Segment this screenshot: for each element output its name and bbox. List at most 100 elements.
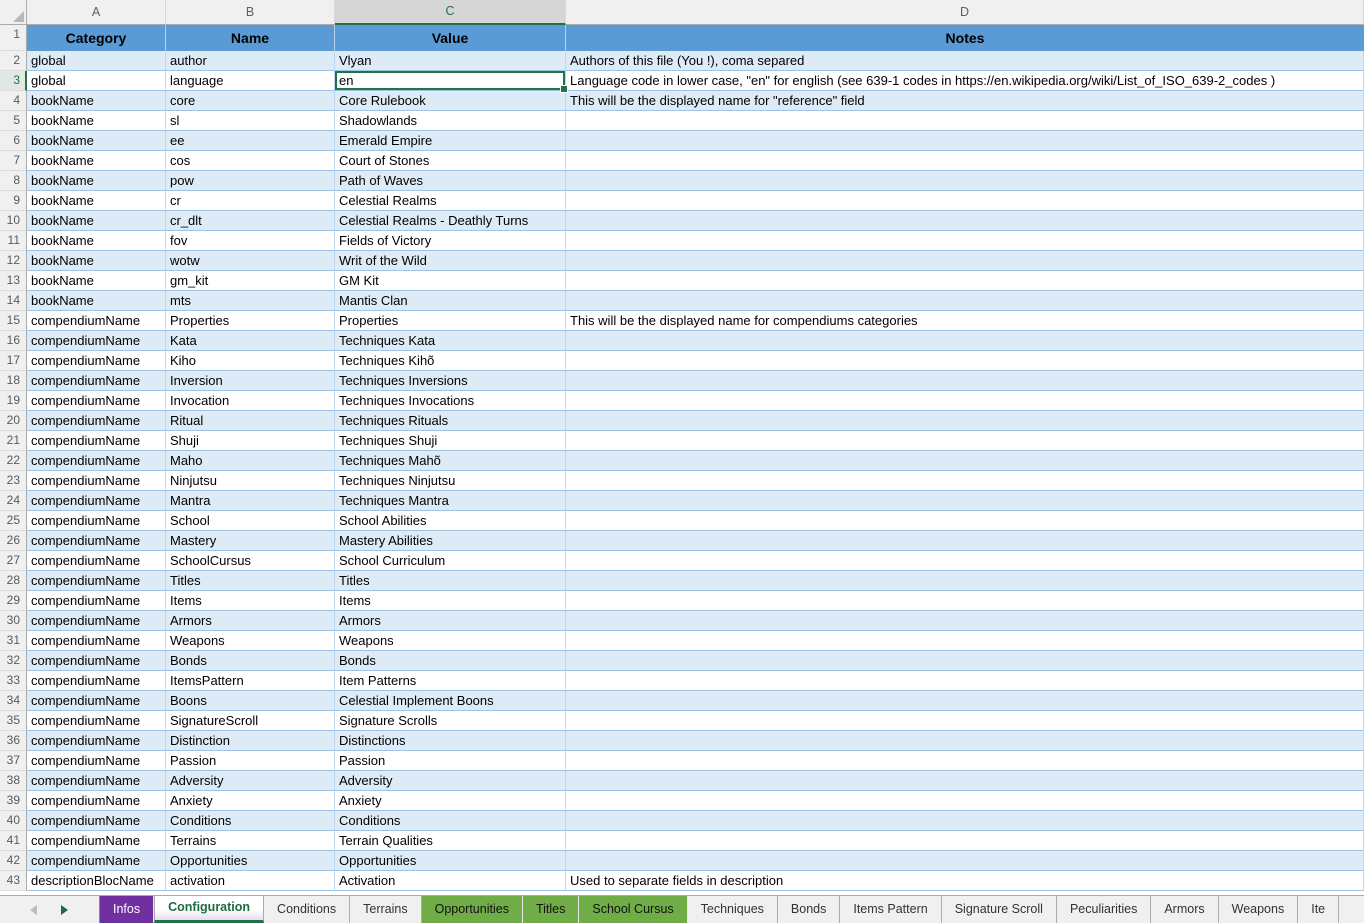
cell[interactable]: Properties xyxy=(335,311,566,331)
cell[interactable]: Item Patterns xyxy=(335,671,566,691)
cell[interactable] xyxy=(566,291,1364,311)
cell[interactable]: compendiumName xyxy=(27,351,166,371)
cell[interactable] xyxy=(566,511,1364,531)
cell[interactable]: Opportunities xyxy=(166,851,335,871)
cell[interactable]: Techniques Kihõ xyxy=(335,351,566,371)
cell[interactable]: School Curriculum xyxy=(335,551,566,571)
cell[interactable] xyxy=(566,691,1364,711)
selected-cell[interactable]: en xyxy=(335,71,566,91)
sheet-tab-opportunities[interactable]: Opportunities xyxy=(422,896,523,923)
cell[interactable] xyxy=(566,111,1364,131)
cell[interactable] xyxy=(566,471,1364,491)
cell[interactable] xyxy=(566,151,1364,171)
cell[interactable]: Distinction xyxy=(166,731,335,751)
column-header-d[interactable]: D xyxy=(566,0,1364,25)
cell[interactable] xyxy=(566,651,1364,671)
row-header-22[interactable]: 22 xyxy=(0,451,27,471)
cell[interactable] xyxy=(566,751,1364,771)
cell[interactable]: Inversion xyxy=(166,371,335,391)
cell[interactable] xyxy=(566,231,1364,251)
row-header-25[interactable]: 25 xyxy=(0,511,27,531)
cell[interactable]: Terrains xyxy=(166,831,335,851)
cell[interactable]: Techniques Mahõ xyxy=(335,451,566,471)
cell[interactable]: Conditions xyxy=(335,811,566,831)
cell[interactable]: compendiumName xyxy=(27,331,166,351)
cell[interactable]: compendiumName xyxy=(27,371,166,391)
row-header-12[interactable]: 12 xyxy=(0,251,27,271)
row-header-21[interactable]: 21 xyxy=(0,431,27,451)
cell[interactable]: Ninjutsu xyxy=(166,471,335,491)
cell[interactable] xyxy=(566,351,1364,371)
cell[interactable]: Bonds xyxy=(166,651,335,671)
table-header-category[interactable]: Category xyxy=(27,25,166,51)
sheet-tab-conditions[interactable]: Conditions xyxy=(264,896,350,923)
row-header-35[interactable]: 35 xyxy=(0,711,27,731)
cell[interactable] xyxy=(566,211,1364,231)
row-header-18[interactable]: 18 xyxy=(0,371,27,391)
row-header-20[interactable]: 20 xyxy=(0,411,27,431)
cell[interactable]: Writ of the Wild xyxy=(335,251,566,271)
cell[interactable]: compendiumName xyxy=(27,431,166,451)
cell[interactable]: descriptionBlocName xyxy=(27,871,166,891)
cell[interactable]: Techniques Invocations xyxy=(335,391,566,411)
cell[interactable]: mts xyxy=(166,291,335,311)
cell[interactable]: activation xyxy=(166,871,335,891)
cell[interactable] xyxy=(566,171,1364,191)
cell[interactable]: Weapons xyxy=(166,631,335,651)
cell[interactable]: Mastery xyxy=(166,531,335,551)
cell[interactable]: global xyxy=(27,71,166,91)
cell[interactable]: compendiumName xyxy=(27,711,166,731)
cell[interactable] xyxy=(566,551,1364,571)
sheet-tab-titles[interactable]: Titles xyxy=(523,896,579,923)
column-header-b[interactable]: B xyxy=(166,0,335,25)
sheet-tab-configuration[interactable]: Configuration xyxy=(154,896,264,923)
cell[interactable] xyxy=(566,811,1364,831)
cell[interactable]: This will be the displayed name for "ref… xyxy=(566,91,1364,111)
row-header-5[interactable]: 5 xyxy=(0,111,27,131)
cell[interactable]: Vlyan xyxy=(335,51,566,71)
cell[interactable]: bookName xyxy=(27,251,166,271)
cell[interactable]: Distinctions xyxy=(335,731,566,751)
sheet-tab-peculiarities[interactable]: Peculiarities xyxy=(1057,896,1151,923)
row-header-19[interactable]: 19 xyxy=(0,391,27,411)
row-header-8[interactable]: 8 xyxy=(0,171,27,191)
cell[interactable]: bookName xyxy=(27,131,166,151)
cell[interactable]: Terrain Qualities xyxy=(335,831,566,851)
row-header-40[interactable]: 40 xyxy=(0,811,27,831)
column-header-c[interactable]: C xyxy=(335,0,566,25)
scroll-sheets-left-icon[interactable] xyxy=(30,905,37,915)
cell[interactable]: compendiumName xyxy=(27,451,166,471)
row-header-23[interactable]: 23 xyxy=(0,471,27,491)
cell[interactable] xyxy=(566,571,1364,591)
cell[interactable]: Core Rulebook xyxy=(335,91,566,111)
row-header-34[interactable]: 34 xyxy=(0,691,27,711)
cell[interactable]: Items xyxy=(335,591,566,611)
row-header-16[interactable]: 16 xyxy=(0,331,27,351)
cell[interactable]: Titles xyxy=(335,571,566,591)
cell[interactable]: compendiumName xyxy=(27,311,166,331)
cell[interactable]: Signature Scrolls xyxy=(335,711,566,731)
row-header-36[interactable]: 36 xyxy=(0,731,27,751)
cell[interactable]: bookName xyxy=(27,271,166,291)
cell[interactable]: gm_kit xyxy=(166,271,335,291)
cell[interactable]: Items xyxy=(166,591,335,611)
row-header-31[interactable]: 31 xyxy=(0,631,27,651)
cell[interactable]: compendiumName xyxy=(27,731,166,751)
cell[interactable]: compendiumName xyxy=(27,471,166,491)
cell[interactable]: Kiho xyxy=(166,351,335,371)
sheet-tab-infos[interactable]: Infos xyxy=(100,896,154,923)
cell[interactable]: Shadowlands xyxy=(335,111,566,131)
cell[interactable]: Mantis Clan xyxy=(335,291,566,311)
cell[interactable]: compendiumName xyxy=(27,811,166,831)
sheet-tab-weapons[interactable]: Weapons xyxy=(1219,896,1299,923)
cell[interactable]: compendiumName xyxy=(27,391,166,411)
row-header-1[interactable]: 1 xyxy=(0,25,27,51)
cell[interactable] xyxy=(566,491,1364,511)
row-header-43[interactable]: 43 xyxy=(0,871,27,891)
cell[interactable] xyxy=(566,451,1364,471)
cell[interactable]: Anxiety xyxy=(335,791,566,811)
cell[interactable]: School Abilities xyxy=(335,511,566,531)
row-header-30[interactable]: 30 xyxy=(0,611,27,631)
cell[interactable]: Adversity xyxy=(335,771,566,791)
cell[interactable]: Invocation xyxy=(166,391,335,411)
